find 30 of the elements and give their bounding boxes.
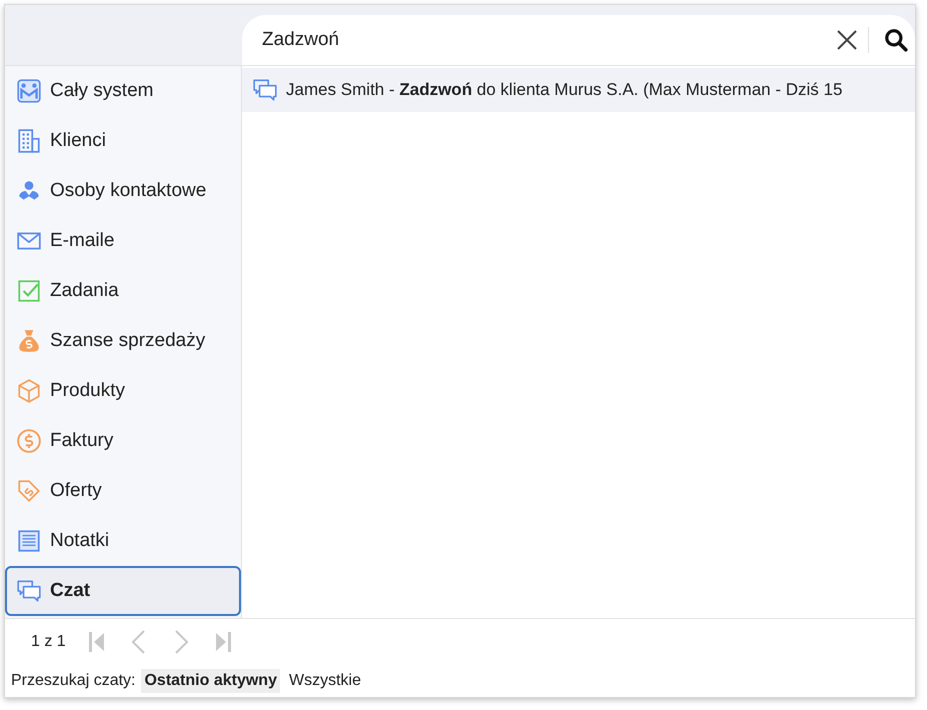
sidebar-item[interactable]: Oferty xyxy=(5,466,241,516)
sidebar-item[interactable]: Osoby kontaktowe xyxy=(5,166,241,216)
filter-label: Przeszukaj czaty: xyxy=(11,671,136,691)
search-field[interactable]: Zadzwoń xyxy=(242,15,915,65)
sidebar-item[interactable]: Zadania xyxy=(5,266,241,316)
notes-icon xyxy=(16,528,42,554)
search-result[interactable]: James Smith - Zadzwoń do klienta Murus S.A. (Max Musterman - Dziś 15 xyxy=(242,68,915,112)
search-icon[interactable] xyxy=(883,27,909,53)
price-tag-icon xyxy=(16,478,42,504)
checkbox-icon xyxy=(16,278,42,304)
sidebar-item[interactable]: Notatki xyxy=(5,516,241,566)
sidebar-item[interactable]: Cały system xyxy=(5,66,241,116)
filter-option[interactable]: Ostatnio aktywny xyxy=(141,669,280,693)
search-input[interactable]: Zadzwoń xyxy=(262,26,826,54)
sidebar-item[interactable]: Czat xyxy=(5,566,241,616)
building-icon xyxy=(16,128,42,154)
result-text: James Smith - Zadzwoń do klienta Murus S.A. (Max Musterman - Dziś 15 xyxy=(286,79,842,102)
close-icon[interactable] xyxy=(836,29,858,51)
chat-icon xyxy=(16,578,42,604)
sidebar-item[interactable]: Szanse sprzedaży xyxy=(5,316,241,366)
filter-option[interactable]: Wszystkie xyxy=(286,669,364,693)
people-icon xyxy=(16,78,42,104)
chat-icon xyxy=(252,77,278,103)
page-count: 1 z 1 xyxy=(31,632,66,652)
box-icon xyxy=(16,378,42,404)
sidebar-item[interactable]: E-maile xyxy=(5,216,241,266)
dollar-coin-icon xyxy=(16,428,42,454)
sidebar-item[interactable]: Faktury xyxy=(5,416,241,466)
sidebar-item[interactable]: Produkty xyxy=(5,366,241,416)
sidebar-item[interactable]: Klienci xyxy=(5,116,241,166)
